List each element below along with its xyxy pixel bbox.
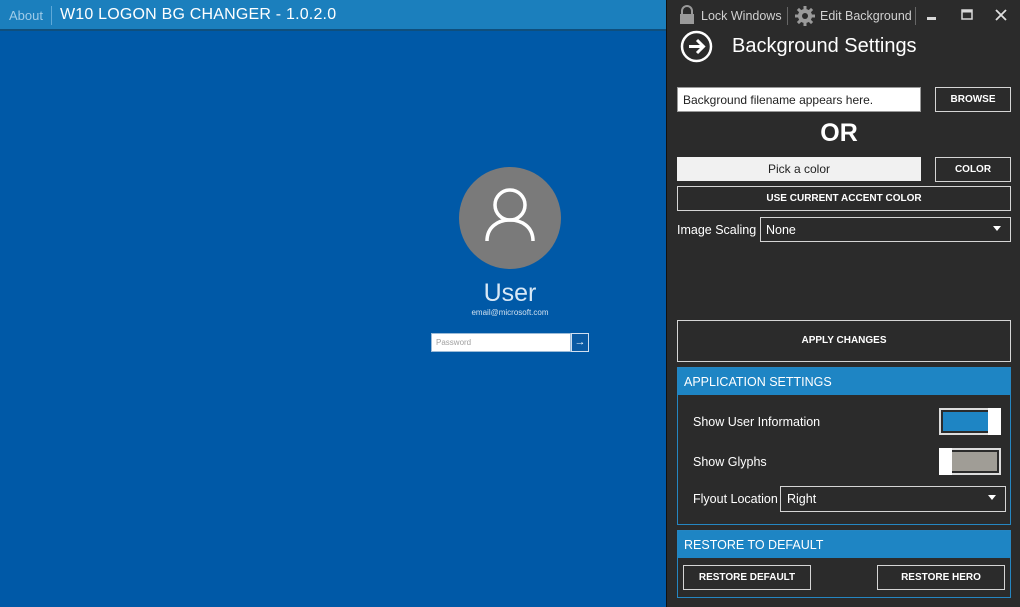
show-glyphs-toggle[interactable] — [939, 448, 1001, 475]
color-picker-field[interactable]: Pick a color — [677, 157, 921, 181]
edit-background-button[interactable]: Edit Background — [820, 9, 912, 23]
image-scaling-select[interactable]: None — [760, 217, 1011, 242]
user-email: email@microsoft.com — [471, 308, 549, 317]
restore-section: RESTORE TO DEFAULT RESTORE DEFAULT RESTO… — [677, 530, 1011, 598]
arrow-right-icon: → — [574, 336, 586, 348]
panel-toolbar: Lock Windows Edit Background — [667, 0, 1020, 32]
lock-icon[interactable] — [677, 5, 697, 25]
logon-preview: About W10 LOGON BG CHANGER - 1.0.2.0 Use… — [0, 0, 666, 607]
toolbar-divider — [787, 7, 788, 25]
or-separator: OR — [820, 119, 858, 147]
color-button[interactable]: COLOR — [935, 157, 1011, 182]
restore-hero-button[interactable]: RESTORE HERO — [877, 565, 1005, 590]
use-accent-color-button[interactable]: USE CURRENT ACCENT COLOR — [677, 186, 1011, 211]
user-avatar — [459, 167, 561, 269]
show-user-info-toggle[interactable] — [939, 408, 1001, 435]
submit-arrow-button[interactable]: → — [571, 333, 589, 352]
user-name: User — [483, 279, 537, 307]
title-bar: About W10 LOGON BG CHANGER - 1.0.2.0 — [0, 0, 666, 31]
application-settings-header: APPLICATION SETTINGS — [678, 368, 1010, 395]
toggle-thumb — [939, 448, 952, 475]
show-user-info-label: Show User Information — [693, 415, 821, 429]
flyout-location-value: Right — [787, 492, 817, 506]
lock-windows-button[interactable]: Lock Windows — [701, 9, 782, 23]
application-settings-section: APPLICATION SETTINGS Show User Informati… — [677, 367, 1011, 525]
about-link[interactable]: About — [9, 8, 43, 23]
chevron-down-icon — [993, 226, 1001, 231]
apply-changes-button[interactable]: APPLY CHANGES — [677, 320, 1011, 362]
flyout-location-label: Flyout Location — [693, 492, 778, 506]
minimize-icon[interactable] — [925, 9, 939, 23]
user-icon — [485, 188, 535, 242]
toggle-thumb — [988, 408, 1001, 435]
restore-header: RESTORE TO DEFAULT — [678, 531, 1010, 558]
arrow-right-circle-icon[interactable] — [680, 30, 713, 63]
chevron-down-icon — [988, 495, 996, 500]
toolbar-divider — [915, 7, 916, 25]
gear-icon[interactable] — [794, 5, 816, 27]
app-title: W10 LOGON BG CHANGER - 1.0.2.0 — [60, 6, 337, 23]
password-input[interactable]: Password — [431, 333, 571, 352]
show-glyphs-label: Show Glyphs — [693, 455, 767, 469]
close-icon[interactable] — [993, 7, 1009, 23]
panel-title: Background Settings — [732, 35, 917, 57]
maximize-icon[interactable] — [960, 8, 974, 22]
restore-default-button[interactable]: RESTORE DEFAULT — [683, 565, 811, 590]
image-scaling-label: Image Scaling — [677, 223, 757, 237]
title-divider — [51, 6, 52, 25]
settings-panel: Lock Windows Edit Background Background … — [666, 0, 1020, 607]
flyout-location-select[interactable]: Right — [780, 486, 1006, 512]
background-filename-field[interactable]: Background filename appears here. — [677, 87, 921, 112]
image-scaling-value: None — [766, 223, 796, 237]
browse-button[interactable]: BROWSE — [935, 87, 1011, 112]
